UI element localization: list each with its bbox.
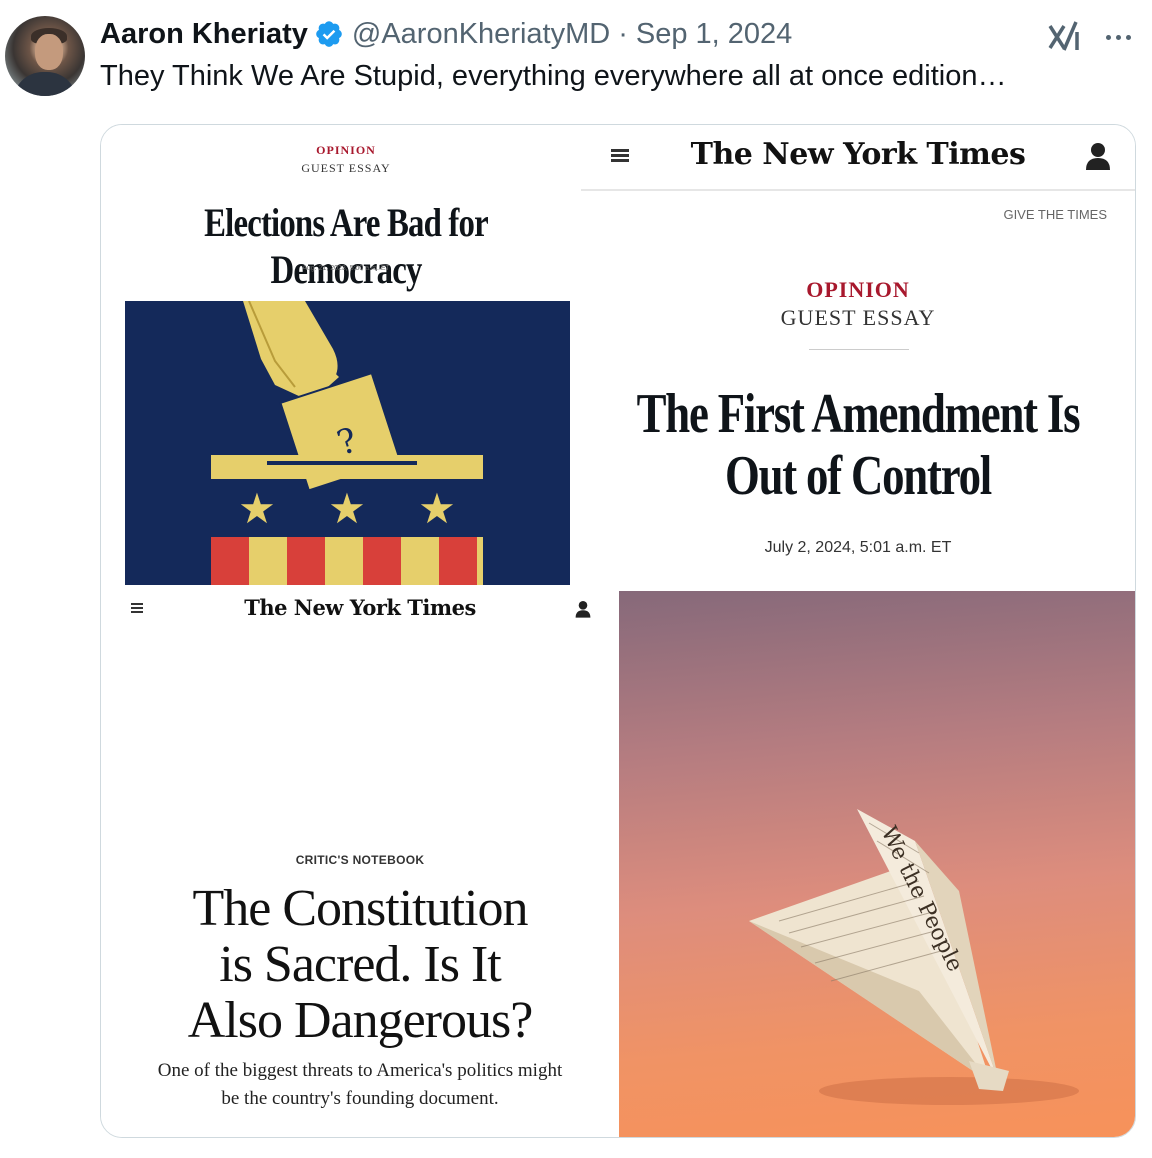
first-amendment-headline: The First Amendment Is Out of Control <box>636 383 1081 507</box>
section-label: OPINION <box>806 277 910 302</box>
post-header: Aaron Kheriaty @AaronKheriatyMD · Sep 1,… <box>100 14 792 54</box>
account-icon[interactable] <box>1085 141 1111 171</box>
ballot-box-icon: ★ ★ ★ ? <box>211 301 483 585</box>
author-avatar[interactable] <box>5 16 85 96</box>
nyt-masthead: The New York Times <box>690 137 1026 172</box>
grok-icon[interactable] <box>1046 18 1084 56</box>
verified-badge-icon <box>316 21 342 47</box>
more-options-icon[interactable] <box>1098 18 1138 56</box>
constitution-headline: The Constitution is Sacred. Is It Also D… <box>101 881 619 1049</box>
post-image[interactable]: OPINION GUEST ESSAY Elections Are Bad fo… <box>100 124 1136 1138</box>
first-amendment-date: July 2, 2024, 5:01 a.m. ET <box>764 539 952 556</box>
star-2-icon: ★ <box>328 484 366 533</box>
post-date[interactable]: Sep 1, 2024 <box>636 18 792 51</box>
nyt-top-bar: The New York Times <box>581 125 1135 191</box>
hamburger-menu-icon[interactable] <box>611 149 629 163</box>
paper-plane-photo: We the People <box>619 591 1135 1137</box>
critics-notebook-label: CRITIC'S NOTEBOOK <box>295 853 425 867</box>
headline-line: The Constitution <box>192 880 529 937</box>
elections-essay-panel: OPINION GUEST ESSAY Elections Are Bad fo… <box>101 125 581 590</box>
hamburger-menu-icon[interactable] <box>131 603 143 613</box>
section-label: OPINION <box>316 143 376 157</box>
paper-airplane-icon: We the People <box>749 809 1079 1105</box>
separator-dot: · <box>618 17 628 50</box>
constitution-dek: One of the biggest threats to America's … <box>101 1057 619 1113</box>
author-name[interactable]: Aaron Kheriaty <box>100 18 308 51</box>
guest-essay-label: GUEST ESSAY <box>301 161 391 175</box>
first-amendment-essay-panel: The New York Times GIVE THE TIMES OPINIO… <box>581 125 1135 591</box>
constitution-notebook-panel: The New York Times CRITIC'S NOTEBOOK The… <box>101 591 619 1137</box>
give-the-times-link[interactable]: GIVE THE TIMES <box>1003 207 1107 222</box>
star-1-icon: ★ <box>238 484 276 533</box>
dek-line: One of the biggest threats to America's … <box>157 1060 563 1081</box>
elections-date: Aug. 21, 2023, 5:00 a.m. ET <box>302 265 390 272</box>
guest-essay-label: GUEST ESSAY <box>780 305 936 330</box>
account-icon[interactable] <box>575 599 591 619</box>
star-3-icon: ★ <box>418 484 456 533</box>
headline-line: is Sacred. Is It <box>219 936 501 993</box>
elections-headline: Elections Are Bad for Democracy <box>204 200 489 292</box>
ballot-box-illustration: ★ ★ ★ ? <box>125 301 570 585</box>
post-text: They Think We Are Stupid, everything eve… <box>100 60 1007 92</box>
divider <box>809 349 909 350</box>
author-handle[interactable]: @AaronKheriatyMD <box>352 18 610 51</box>
dek-line: be the country's founding document. <box>221 1088 499 1109</box>
nyt-masthead: The New York Times <box>244 595 476 620</box>
headline-line: Also Dangerous? <box>187 992 534 1049</box>
